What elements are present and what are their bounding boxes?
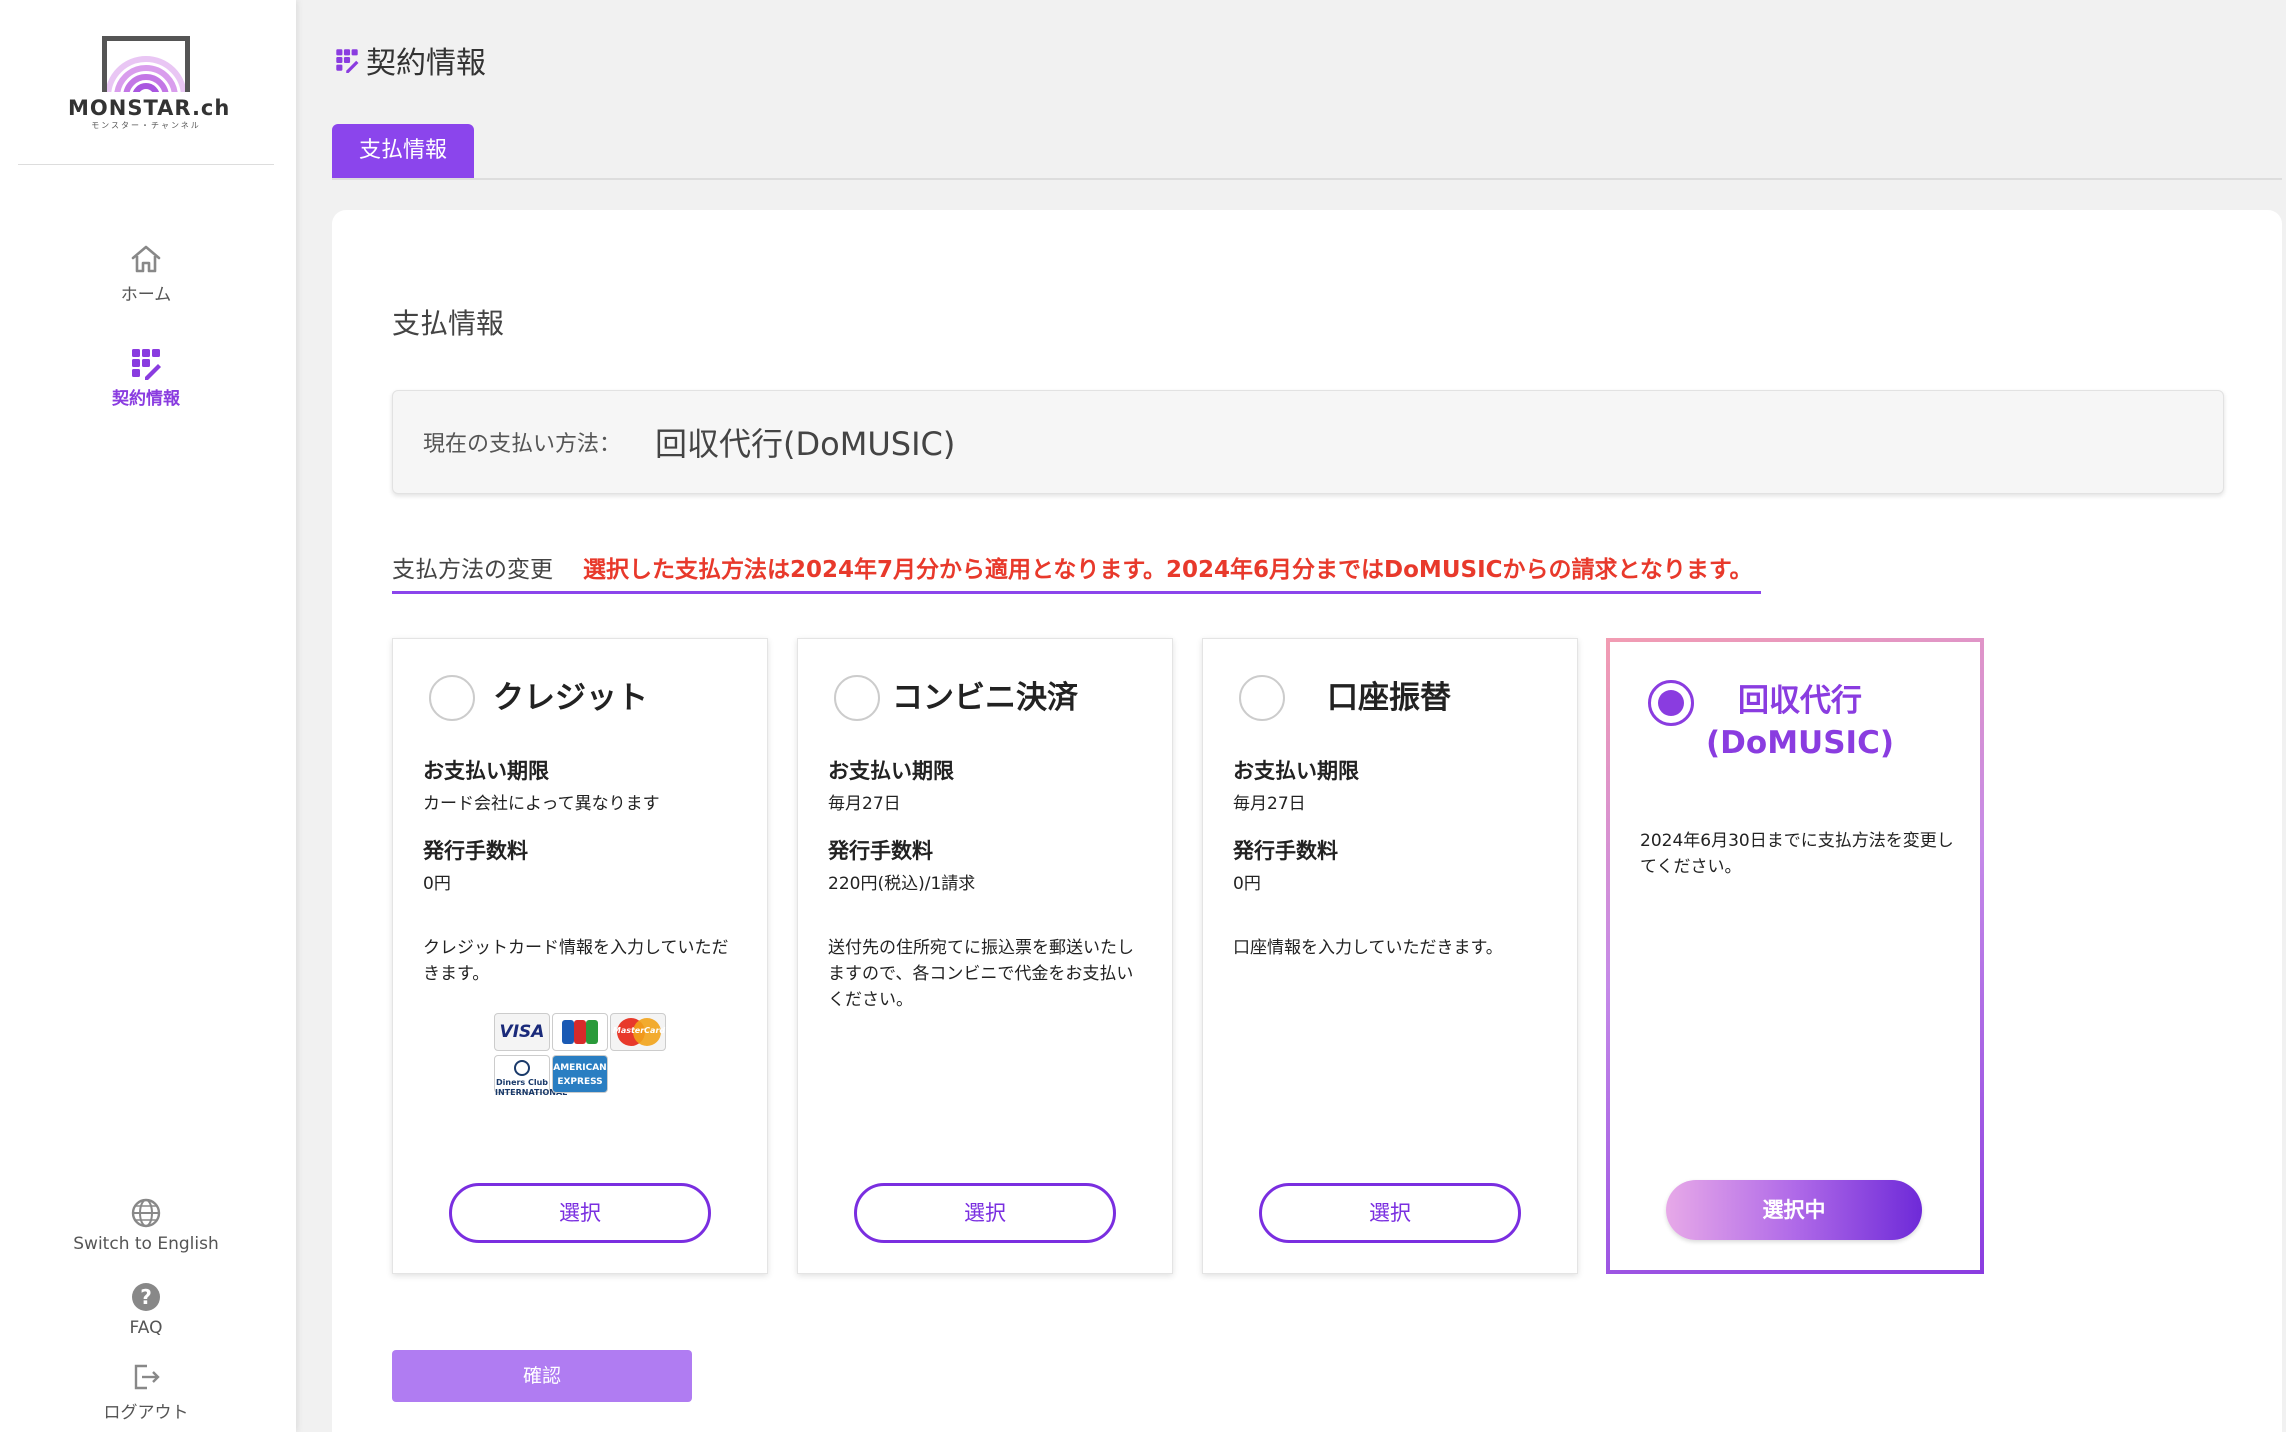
radio-konbini[interactable]: [834, 675, 880, 721]
mastercard-logo-icon: MasterCard: [610, 1013, 666, 1051]
deadline-field: お支払い期限 毎月27日: [828, 755, 954, 814]
option-description: 送付先の住所宛てに振込票を郵送いたしますので、各コンビニで代金をお支払いください…: [828, 938, 1134, 1010]
deadline-value: 毎月27日: [828, 794, 901, 814]
deadline-value: カード会社によって異なります: [423, 794, 660, 814]
sidebar-item-label: ログアウト: [103, 1403, 189, 1423]
sidebar-item-contract[interactable]: 契約情報: [0, 346, 292, 409]
visa-logo-icon: VISA: [494, 1013, 550, 1051]
sidebar-item-label: ホーム: [120, 285, 172, 305]
brand-logo[interactable]: MONSTAR.ch モンスター・チャンネル: [68, 36, 231, 132]
sidebar-item-switch-english[interactable]: Switch to English: [0, 1196, 292, 1254]
option-name: クレジット: [493, 680, 648, 716]
brand-subtitle: モンスター・チャンネル: [91, 121, 201, 130]
select-bank-transfer-button[interactable]: 選択: [1259, 1183, 1521, 1243]
sidebar-item-faq[interactable]: ? FAQ: [0, 1280, 292, 1338]
card-brand-logos: VISA MasterCard Diners Club INTERNATIONAL…: [493, 1013, 677, 1097]
fee-label: 発行手数料: [1233, 839, 1338, 863]
radio-credit[interactable]: [429, 675, 475, 721]
contract-grid-icon: [132, 349, 161, 380]
section-title: 支払情報: [392, 307, 505, 340]
sidebar-item-logout[interactable]: ログアウト: [0, 1360, 292, 1423]
current-method-label: 現在の支払い方法：: [423, 432, 622, 457]
payment-option-credit[interactable]: クレジット お支払い期限 カード会社によって異なります 発行手数料 0円 クレジ…: [392, 638, 768, 1274]
option-description: 口座情報を入力していただきます。: [1233, 938, 1503, 958]
tab-bar: 支払情報: [332, 124, 2282, 180]
tab-payment-info[interactable]: 支払情報: [332, 124, 474, 178]
payment-option-bank-transfer[interactable]: 口座振替 お支払い期限 毎月27日 発行手数料 0円 口座情報を入力していただき…: [1202, 638, 1578, 1274]
option-card-inner: 回収代行 (DoMUSIC) 2024年6月30日までに支払方法を変更してくださ…: [1610, 642, 1980, 1270]
deadline-label: お支払い期限: [423, 759, 549, 783]
deadline-label: お支払い期限: [828, 759, 954, 783]
current-method-value: 回収代行(DoMUSIC): [655, 425, 956, 463]
question-icon: ?: [132, 1283, 160, 1311]
fee-value: 0円: [1233, 874, 1261, 894]
page-title-text: 契約情報: [366, 46, 486, 81]
select-konbini-button[interactable]: 選択: [854, 1183, 1116, 1243]
deadline-field: お支払い期限 カード会社によって異なります: [423, 755, 660, 814]
current-method-box: 現在の支払い方法： 回収代行(DoMUSIC): [392, 390, 2224, 494]
sidebar-divider: [18, 164, 274, 165]
diners-logo-icon: Diners Club INTERNATIONAL: [494, 1055, 567, 1097]
home-icon: [131, 245, 161, 273]
change-method-header: 支払方法の変更 選択した支払方法は2024年7月分から適用となります。2024年…: [392, 550, 1761, 594]
fee-label: 発行手数料: [828, 839, 933, 863]
sidebar-item-label: 契約情報: [112, 389, 180, 409]
logo-mark-icon: [102, 36, 190, 92]
deadline-label: お支払い期限: [1233, 759, 1359, 783]
sidebar-item-home[interactable]: ホーム: [0, 242, 292, 305]
globe-icon: [131, 1198, 161, 1228]
sidebar-item-label: Switch to English: [73, 1234, 219, 1254]
deadline-value: 毎月27日: [1233, 794, 1306, 814]
change-method-label: 支払方法の変更: [392, 557, 553, 583]
option-name-line1: 回収代行: [1738, 683, 1862, 719]
option-name: 口座振替: [1327, 680, 1451, 716]
sidebar-item-label: FAQ: [129, 1318, 163, 1338]
sidebar: MONSTAR.ch モンスター・チャンネル ホーム 契約情報 Switch t…: [0, 0, 296, 1432]
radio-bank-transfer[interactable]: [1239, 675, 1285, 721]
change-method-notice: 選択した支払方法は2024年7月分から適用となります。2024年6月分まではDo…: [583, 557, 1753, 583]
fee-value: 220円(税込)/1請求: [828, 874, 976, 894]
option-name-line2: (DoMUSIC): [1706, 725, 1894, 761]
payment-option-domusic[interactable]: 回収代行 (DoMUSIC) 2024年6月30日までに支払方法を変更してくださ…: [1606, 638, 1984, 1274]
fee-field: 発行手数料 0円: [1233, 835, 1338, 894]
fee-field: 発行手数料 220円(税込)/1請求: [828, 835, 975, 894]
contract-grid-icon: [336, 49, 359, 73]
selected-domusic-button[interactable]: 選択中: [1666, 1180, 1922, 1240]
svg-text:?: ?: [140, 1285, 152, 1309]
logout-icon: [134, 1364, 160, 1390]
fee-field: 発行手数料 0円: [423, 835, 528, 894]
deadline-field: お支払い期限 毎月27日: [1233, 755, 1359, 814]
fee-value: 0円: [423, 874, 451, 894]
select-credit-button[interactable]: 選択: [449, 1183, 711, 1243]
main-card: 支払情報 現在の支払い方法： 回収代行(DoMUSIC) 支払方法の変更 選択し…: [332, 210, 2282, 1432]
jcb-logo-icon: [552, 1013, 608, 1051]
confirm-button[interactable]: 確認: [392, 1350, 692, 1402]
payment-option-konbini[interactable]: コンビニ決済 お支払い期限 毎月27日 発行手数料 220円(税込)/1請求 送…: [797, 638, 1173, 1274]
option-name: コンビニ決済: [892, 680, 1078, 716]
amex-logo-icon: AMERICAN EXPRESS: [552, 1055, 608, 1093]
option-description: 2024年6月30日までに支払方法を変更してください。: [1640, 831, 1954, 877]
page-title: 契約情報: [334, 38, 486, 82]
fee-label: 発行手数料: [423, 839, 528, 863]
option-name: 回収代行 (DoMUSIC): [1680, 680, 1920, 764]
brand-name: MONSTAR.ch: [68, 96, 231, 120]
option-description: クレジットカード情報を入力していただきます。: [423, 938, 729, 984]
